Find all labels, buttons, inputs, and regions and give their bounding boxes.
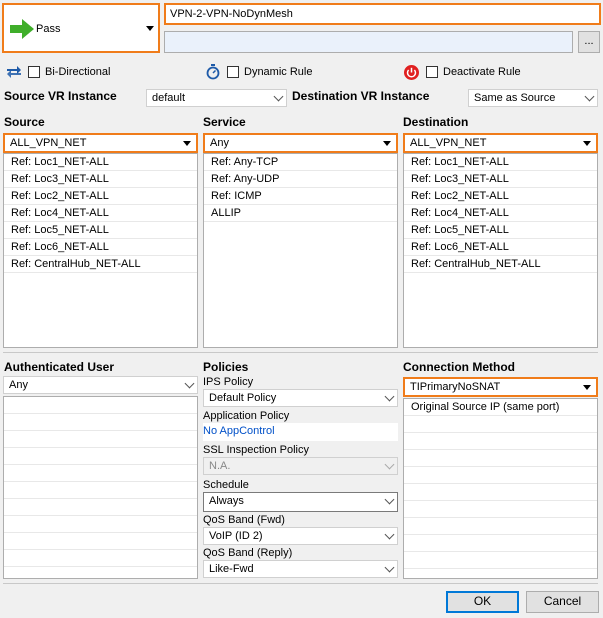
list-item[interactable]: Ref: Loc4_NET-ALL: [4, 205, 197, 222]
qos-reply-select[interactable]: Like-Fwd: [203, 560, 398, 578]
qos-fwd-label: QoS Band (Fwd): [203, 514, 285, 526]
schedule-label: Schedule: [203, 479, 249, 491]
chevron-down-icon: [184, 378, 195, 389]
connection-method-selected: TIPrimaryNoSNAT: [410, 381, 501, 393]
chevron-down-icon: [384, 494, 395, 505]
bidirectional-option[interactable]: Bi-Directional: [6, 64, 110, 80]
dropdown-arrow-icon: [183, 141, 191, 146]
list-item[interactable]: Ref: Loc2_NET-ALL: [4, 188, 197, 205]
bidirectional-arrows-icon: [7, 66, 21, 78]
application-policy-link[interactable]: No AppControl: [203, 423, 398, 441]
chevron-down-icon: [584, 91, 595, 102]
power-icon: [404, 64, 419, 80]
stopwatch-icon: [206, 64, 220, 80]
list-item[interactable]: Ref: Loc5_NET-ALL: [4, 222, 197, 239]
destination-title: Destination: [403, 115, 469, 129]
list-item[interactable]: Ref: Loc5_NET-ALL: [404, 222, 597, 239]
cancel-button[interactable]: Cancel: [526, 591, 599, 613]
ips-policy-select[interactable]: Default Policy: [203, 389, 398, 407]
source-selected: ALL_VPN_NET: [10, 137, 87, 149]
list-item[interactable]: Ref: Loc1_NET-ALL: [4, 154, 197, 171]
qos-fwd-value: VoIP (ID 2): [209, 530, 263, 542]
connection-method-list[interactable]: Original Source IP (same port): [403, 398, 598, 579]
destination-vr-value: Same as Source: [474, 92, 556, 104]
rule-name-input[interactable]: VPN-2-VPN-NoDynMesh: [164, 3, 601, 25]
source-vr-label: Source VR Instance: [4, 89, 117, 103]
list-item[interactable]: Ref: Loc2_NET-ALL: [404, 188, 597, 205]
list-item[interactable]: ALLIP: [204, 205, 397, 222]
list-item[interactable]: Ref: Loc1_NET-ALL: [404, 154, 597, 171]
chevron-down-icon: [384, 459, 395, 470]
bidirectional-label: Bi-Directional: [45, 66, 111, 78]
schedule-select[interactable]: Always: [203, 492, 398, 512]
policies-title: Policies: [203, 360, 249, 374]
source-title: Source: [4, 115, 45, 129]
chevron-down-icon: [384, 562, 395, 573]
deactivate-rule-checkbox[interactable]: [426, 66, 438, 78]
dynamic-rule-checkbox[interactable]: [227, 66, 239, 78]
source-vr-value: default: [152, 92, 186, 104]
service-selected: Any: [210, 137, 229, 149]
list-item[interactable]: Ref: CentralHub_NET-ALL: [4, 256, 197, 273]
dynamic-rule-label: Dynamic Rule: [244, 66, 313, 78]
connection-method-select[interactable]: TIPrimaryNoSNAT: [403, 377, 598, 397]
dropdown-arrow-icon: [583, 385, 591, 390]
action-selector[interactable]: Pass: [2, 3, 160, 53]
separator: [3, 352, 598, 353]
qos-fwd-select[interactable]: VoIP (ID 2): [203, 527, 398, 545]
destination-vr-label: Destination VR Instance: [292, 89, 430, 103]
list-item[interactable]: Ref: Loc6_NET-ALL: [4, 239, 197, 256]
schedule-value: Always: [209, 495, 244, 507]
ok-button[interactable]: OK: [446, 591, 519, 613]
dropdown-arrow-icon: [383, 141, 391, 146]
destination-list[interactable]: Ref: Loc1_NET-ALL Ref: Loc3_NET-ALL Ref: L…: [403, 153, 598, 348]
bidirectional-checkbox[interactable]: [28, 66, 40, 78]
source-list[interactable]: Ref: Loc1_NET-ALL Ref: Loc3_NET-ALL Ref: L…: [3, 153, 198, 348]
application-policy-label: Application Policy: [203, 410, 290, 422]
deactivate-rule-option[interactable]: Deactivate Rule: [404, 64, 521, 80]
qos-reply-value: Like-Fwd: [209, 563, 254, 575]
destination-select[interactable]: ALL_VPN_NET: [403, 133, 598, 153]
ssl-inspection-policy-value: N.A.: [209, 460, 231, 472]
list-item[interactable]: Ref: Any-TCP: [204, 154, 397, 171]
more-button[interactable]: ...: [578, 31, 600, 53]
service-select[interactable]: Any: [203, 133, 398, 153]
list-item[interactable]: Original Source IP (same port): [404, 399, 597, 416]
authenticated-user-title: Authenticated User: [4, 360, 115, 374]
chevron-down-icon: [384, 529, 395, 540]
dropdown-arrow-icon: [146, 26, 154, 31]
source-vr-select[interactable]: default: [146, 89, 287, 107]
service-title: Service: [203, 115, 246, 129]
ssl-inspection-policy-select: N.A.: [203, 457, 398, 475]
deactivate-rule-label: Deactivate Rule: [443, 66, 521, 78]
pass-arrow-icon: [10, 19, 34, 39]
chevron-down-icon: [273, 91, 284, 102]
list-item[interactable]: Ref: CentralHub_NET-ALL: [404, 256, 597, 273]
destination-vr-select[interactable]: Same as Source: [468, 89, 598, 107]
dropdown-arrow-icon: [583, 141, 591, 146]
list-item[interactable]: Ref: Loc3_NET-ALL: [404, 171, 597, 188]
connection-method-title: Connection Method: [403, 360, 515, 374]
chevron-down-icon: [384, 391, 395, 402]
authenticated-user-list[interactable]: [3, 396, 198, 579]
action-label: Pass: [36, 23, 61, 35]
authenticated-user-select[interactable]: Any: [3, 376, 198, 394]
ips-policy-value: Default Policy: [209, 392, 277, 404]
list-item[interactable]: Ref: Any-UDP: [204, 171, 397, 188]
service-list[interactable]: Ref: Any-TCP Ref: Any-UDP Ref: ICMP ALLIP: [203, 153, 398, 348]
destination-selected: ALL_VPN_NET: [410, 137, 487, 149]
list-item[interactable]: Ref: Loc4_NET-ALL: [404, 205, 597, 222]
source-select[interactable]: ALL_VPN_NET: [3, 133, 198, 153]
authenticated-user-value: Any: [9, 379, 28, 391]
qos-reply-label: QoS Band (Reply): [203, 547, 293, 559]
list-item[interactable]: Ref: ICMP: [204, 188, 397, 205]
dynamic-rule-option[interactable]: Dynamic Rule: [206, 64, 312, 80]
ips-policy-label: IPS Policy: [203, 376, 254, 388]
list-item[interactable]: Ref: Loc6_NET-ALL: [404, 239, 597, 256]
list-item[interactable]: Ref: Loc3_NET-ALL: [4, 171, 197, 188]
ssl-inspection-policy-label: SSL Inspection Policy: [203, 444, 309, 456]
rule-description-input[interactable]: [164, 31, 573, 53]
separator: [3, 583, 598, 584]
